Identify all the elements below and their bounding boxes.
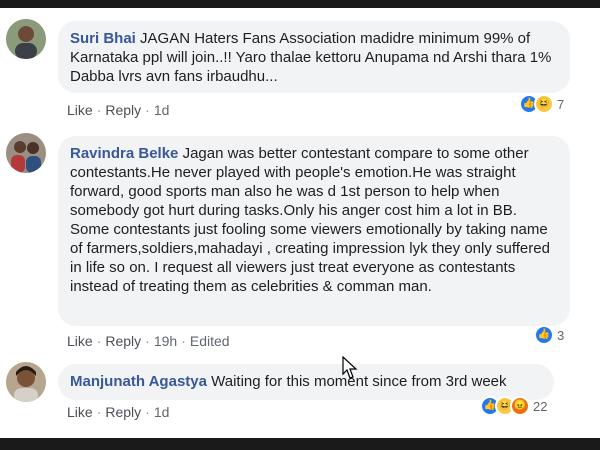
comment-author[interactable]: Ravindra Belke <box>70 145 178 162</box>
comment-bubble: Ravindra Belke Jagan was better contesta… <box>58 136 570 326</box>
comment-actions: Like · Reply · 1d <box>67 404 169 420</box>
reaction-count: 3 <box>557 327 565 343</box>
comment-text: Waiting for this moment since from 3rd w… <box>211 373 507 390</box>
comment-timestamp[interactable]: 1d <box>154 404 170 420</box>
avatar[interactable] <box>6 133 46 173</box>
separator: · <box>145 333 150 349</box>
angry-reaction-icon: 😠 <box>510 396 530 416</box>
like-reaction-icon: 👍 <box>534 325 554 345</box>
separator: · <box>145 404 150 420</box>
comment-timestamp[interactable]: 1d <box>154 102 170 118</box>
separator: · <box>145 102 150 118</box>
comment-text: JAGAN Haters Fans Association madidre mi… <box>70 30 552 85</box>
reaction-summary[interactable]: 👍 😆 7 <box>519 93 564 115</box>
reply-link[interactable]: Reply <box>105 404 141 420</box>
separator: · <box>96 404 102 420</box>
comment-author[interactable]: Manjunath Agastya <box>70 373 207 390</box>
comment-timestamp[interactable]: 19h <box>154 333 177 349</box>
comment-bubble: Suri Bhai JAGAN Haters Fans Association … <box>58 21 570 93</box>
reaction-summary[interactable]: 👍 3 <box>534 324 564 346</box>
like-link[interactable]: Like <box>67 404 93 420</box>
comment-actions: Like · Reply · 1d <box>67 102 169 118</box>
window-top-edge <box>0 0 600 8</box>
comment-text: Jagan was better contestant compare to s… <box>70 145 550 295</box>
haha-reaction-icon: 😆 <box>534 94 554 114</box>
avatar[interactable] <box>6 362 46 402</box>
comment-actions: Like · Reply · 19h · Edited <box>67 333 230 349</box>
reaction-summary[interactable]: 👍 😆 😠 22 <box>480 395 547 417</box>
window-bottom-edge <box>0 438 600 450</box>
separator: · <box>96 333 102 349</box>
mouse-cursor-icon <box>342 355 358 385</box>
edited-label[interactable]: Edited <box>190 333 230 349</box>
reaction-count: 22 <box>533 398 548 414</box>
separator: · <box>181 333 186 349</box>
like-link[interactable]: Like <box>67 333 93 349</box>
comment-author[interactable]: Suri Bhai <box>70 30 136 47</box>
reply-link[interactable]: Reply <box>105 102 141 118</box>
avatar[interactable] <box>6 19 46 59</box>
like-link[interactable]: Like <box>67 102 93 118</box>
reaction-count: 7 <box>557 96 565 112</box>
separator: · <box>96 102 102 118</box>
reply-link[interactable]: Reply <box>105 333 141 349</box>
